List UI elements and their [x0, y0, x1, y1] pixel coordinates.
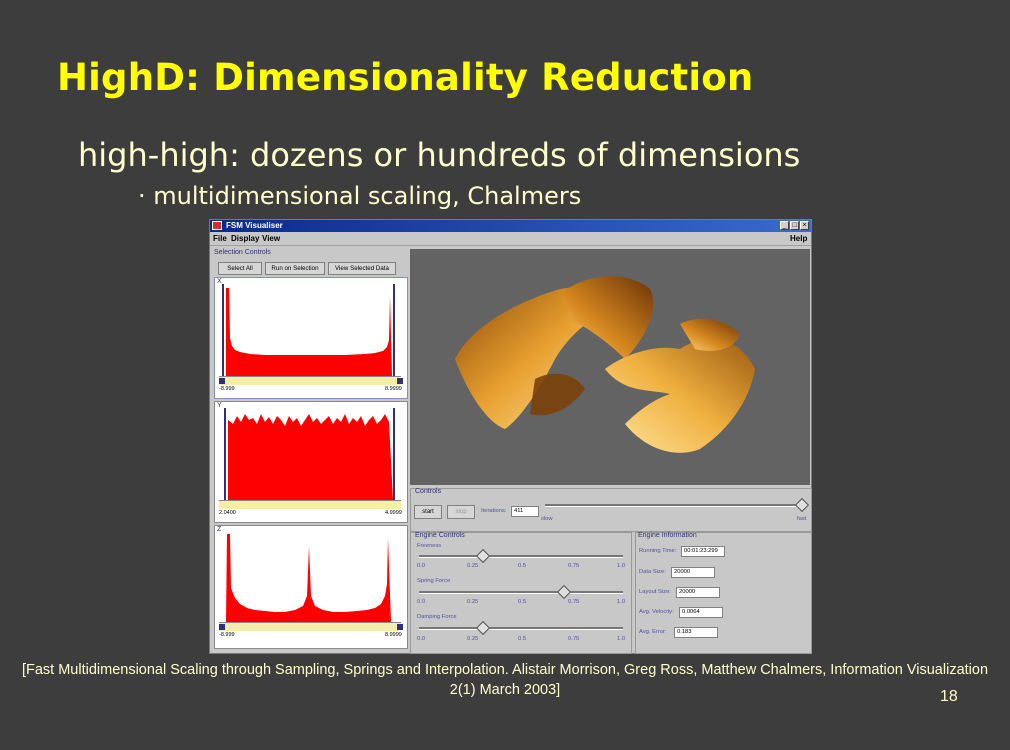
app-icon	[212, 221, 222, 230]
tick-label: 0.25	[467, 636, 479, 642]
histogram-z[interactable]: Z -8.999 8.9999	[214, 525, 408, 649]
engine-controls-label: Engine Controls	[415, 532, 465, 539]
data-size-label: Data Size:	[639, 569, 666, 575]
histogram-z-max: 8.9999	[385, 632, 402, 638]
layout-size-field: 20000	[676, 587, 720, 598]
tick-label: 0.5	[518, 599, 527, 605]
minimize-button[interactable]: _	[780, 221, 789, 230]
histogram-y[interactable]: Y 2.0400 4.9999	[214, 401, 408, 523]
stop-button[interactable]: stop	[447, 505, 475, 519]
histogram-y-range-bar[interactable]	[219, 500, 401, 509]
tick-label: 1.0	[617, 636, 626, 642]
app-window: FSM Visualiser _ □ × File Display View H…	[209, 219, 812, 654]
damping-force-label: Damping Force	[417, 614, 457, 620]
iterations-label: Iterations:	[481, 508, 507, 514]
histogram-x-max: 8.9999	[385, 386, 402, 392]
freeness-label: Freeness	[417, 543, 442, 549]
histogram-z-min: -8.999	[219, 632, 235, 638]
avg-velocity-field: 0.0064	[679, 607, 723, 618]
tick-label: 0.75	[568, 599, 580, 605]
view-selected-data-button[interactable]: View Selected Data	[328, 262, 396, 275]
engine-information-label: Engine Information	[638, 532, 697, 539]
selection-controls-label: Selection Controls	[214, 249, 271, 256]
menu-view[interactable]: View	[262, 234, 280, 243]
histogram-x-range-bar[interactable]	[219, 376, 401, 385]
histogram-y-min: 2.0400	[219, 510, 236, 516]
window-title: FSM Visualiser	[226, 221, 283, 230]
controls-label: Controls	[415, 488, 442, 495]
tick-label: 0.0	[417, 599, 426, 605]
right-handle-icon[interactable]	[397, 624, 403, 630]
menu-help[interactable]: Help	[790, 234, 807, 243]
right-handle-icon[interactable]	[397, 378, 403, 384]
menu-display[interactable]: Display	[231, 234, 259, 243]
tick-label: 0.25	[467, 563, 479, 569]
tick-label: 0.25	[467, 599, 479, 605]
tick-label: 0.75	[568, 563, 580, 569]
tick-label: 1.0	[617, 563, 626, 569]
citation: [Fast Multidimensional Scaling through S…	[21, 662, 989, 698]
spring-force-slider-thumb[interactable]	[556, 584, 572, 600]
window-titlebar: FSM Visualiser _ □ ×	[210, 220, 811, 232]
controls-panel: Controls start stop Iterations: 411 slow…	[410, 488, 812, 532]
layout-size-label: Layout Size:	[639, 589, 671, 595]
damping-force-slider-thumb[interactable]	[475, 620, 491, 636]
run-on-selection-button[interactable]: Run on Selection	[265, 262, 325, 275]
running-time-label: Running Time:	[639, 548, 677, 554]
page-number: 18	[940, 688, 958, 705]
histogram-x-min: -8.999	[219, 386, 235, 392]
spring-force-slider[interactable]	[419, 591, 623, 594]
engine-information-panel: Engine Information Running Time: 00:01:2…	[635, 532, 812, 654]
freeness-slider-thumb[interactable]	[475, 548, 491, 564]
slide-title: HighD: Dimensionality Reduction	[57, 56, 754, 99]
speed-slider[interactable]	[545, 504, 805, 507]
speed-slow-label: slow	[541, 516, 553, 522]
layout-visualization[interactable]	[410, 249, 810, 485]
data-size-field: 20000	[671, 567, 715, 578]
histogram-x[interactable]: X -8.999 8.9999	[214, 277, 408, 399]
freeness-slider[interactable]	[419, 555, 623, 558]
tick-label: 1.0	[617, 599, 626, 605]
histogram-z-range-bar[interactable]	[219, 622, 401, 631]
left-handle-icon[interactable]	[219, 624, 225, 630]
menu-bar: File Display View Help	[210, 232, 811, 246]
tick-label: 0.5	[518, 563, 527, 569]
selection-controls-panel: Selection Controls Select All Run on Sel…	[212, 247, 408, 651]
bullet-secondary: · multidimensional scaling, Chalmers	[138, 182, 582, 210]
tick-label: 0.75	[568, 636, 580, 642]
close-button[interactable]: ×	[800, 221, 809, 230]
menu-file[interactable]: File	[213, 234, 227, 243]
spring-force-label: Spring Force	[417, 578, 451, 584]
bullet-primary: high-high: dozens or hundreds of dimensi…	[78, 136, 801, 174]
tick-label: 0.0	[417, 563, 426, 569]
running-time-field: 00:01:23:299	[681, 546, 725, 557]
avg-velocity-label: Avg. Velocity:	[639, 609, 674, 615]
tick-label: 0.5	[518, 636, 527, 642]
avg-error-label: Avg. Error:	[639, 629, 667, 635]
speed-slider-thumb[interactable]	[794, 497, 810, 513]
select-all-button[interactable]: Select All	[218, 262, 262, 275]
left-handle-icon[interactable]	[219, 378, 225, 384]
maximize-button[interactable]: □	[790, 221, 799, 230]
start-button[interactable]: start	[414, 505, 442, 519]
tick-label: 0.0	[417, 636, 426, 642]
histogram-y-max: 4.9999	[385, 510, 402, 516]
engine-controls-panel: Engine Controls Freeness 0.0 0.25 0.5 0.…	[410, 532, 632, 654]
iterations-field: 411	[511, 506, 539, 517]
damping-force-slider[interactable]	[419, 627, 623, 630]
point-cloud-render	[455, 276, 755, 453]
avg-error-field: 0.183	[674, 627, 718, 638]
speed-fast-label: fast	[797, 516, 807, 522]
